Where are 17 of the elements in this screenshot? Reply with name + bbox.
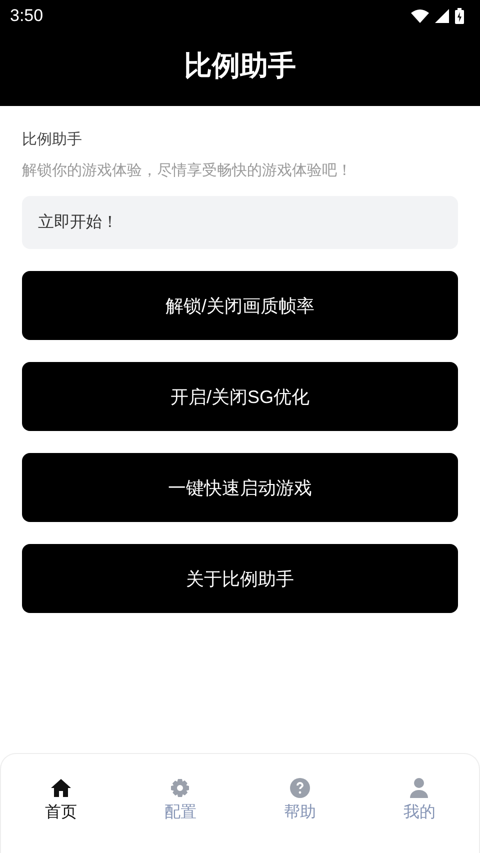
help-icon [290, 778, 310, 798]
user-icon [410, 778, 428, 798]
battery-icon [455, 8, 464, 24]
app-title: 比例助手 [183, 49, 297, 83]
nav-tab[interactable]: 首页 [1, 778, 120, 823]
action-button[interactable]: 关于比例助手 [22, 544, 458, 613]
start-banner: 立即开始！ [22, 196, 458, 249]
intro-title: 比例助手 [22, 130, 83, 149]
action-button[interactable]: 一键快速启动游戏 [22, 453, 458, 522]
home-icon [50, 778, 72, 798]
intro-subtitle: 解锁你的游戏体验，尽情享受畅快的游戏体验吧！ [22, 161, 353, 180]
signal-icon [435, 9, 449, 23]
action-button[interactable]: 解锁/关闭画质帧率 [22, 271, 458, 340]
status-time: 3:50 [10, 6, 44, 26]
wifi-icon [411, 9, 429, 23]
action-button[interactable]: 开启/关闭SG优化 [22, 362, 458, 431]
gear-icon [170, 778, 190, 798]
